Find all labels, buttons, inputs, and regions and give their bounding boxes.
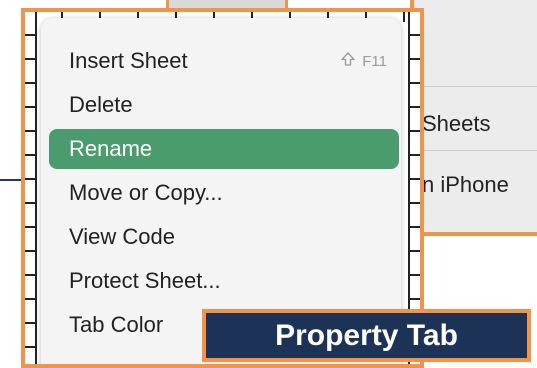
menu-item-label: Rename xyxy=(69,136,153,161)
divider xyxy=(420,86,537,87)
menu-item-move-or-copy[interactable]: Move or Copy... xyxy=(49,173,399,213)
menu-item-label: Protect Sheet... xyxy=(69,268,221,293)
ruler-left xyxy=(25,12,37,364)
menu-item-view-code[interactable]: View Code xyxy=(49,217,399,257)
property-tab-callout: Property Tab xyxy=(202,309,531,362)
shift-icon xyxy=(340,51,356,71)
menu-item-label: Delete xyxy=(69,92,133,117)
divider xyxy=(420,150,537,151)
menu-item-rename[interactable]: Rename xyxy=(49,129,399,169)
shortcut-key: F11 xyxy=(362,52,387,70)
menu-item-label: Insert Sheet xyxy=(69,48,188,73)
menu-item-label: Move or Copy... xyxy=(69,180,223,205)
menu-item-label: View Code xyxy=(69,224,175,249)
menu-separator xyxy=(65,364,385,365)
menu-item-delete[interactable]: Delete xyxy=(49,85,399,125)
menu-item-insert-sheet[interactable]: Insert Sheet F11 xyxy=(49,41,399,81)
shortcut-hint: F11 xyxy=(340,51,387,71)
menu-item-protect-sheet[interactable]: Protect Sheet... xyxy=(49,261,399,301)
menu-item-label: Tab Color xyxy=(69,312,164,337)
background-item-iphone: n iPhone xyxy=(422,172,509,197)
background-item-sheets: Sheets xyxy=(422,111,491,136)
background-panel: Sheets n iPhone xyxy=(410,0,537,236)
